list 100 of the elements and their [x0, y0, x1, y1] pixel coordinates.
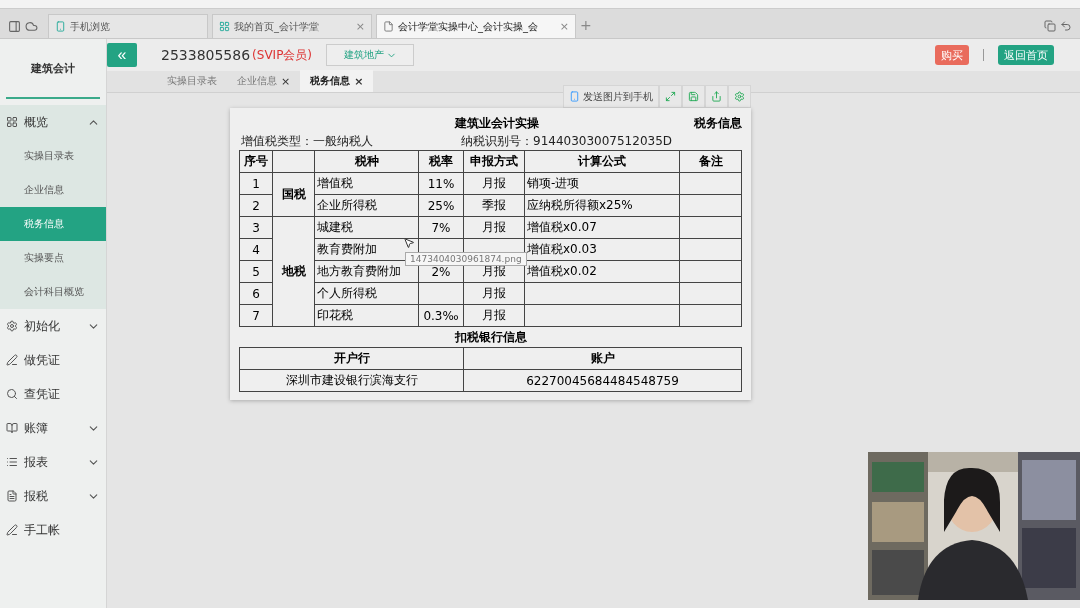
document-icon [6, 490, 18, 502]
table-cell: 4 [239, 238, 273, 261]
filename-tooltip: 1473404030961874.png [405, 252, 527, 266]
phone-icon [569, 91, 580, 102]
table-cell: 企业所得税 [314, 194, 419, 217]
table-cell: 0.3‰ [418, 304, 464, 327]
table-cell: 个人所得税 [314, 282, 419, 305]
table-cell: 季报 [463, 194, 525, 217]
sidebar-item[interactable]: 做凭证 [0, 343, 106, 377]
table-cell: 25% [418, 194, 464, 217]
sidebar-item[interactable]: 报税 [0, 479, 106, 513]
book-icon [6, 422, 18, 434]
column-header: 序号 [239, 150, 273, 173]
pen-icon [6, 524, 18, 536]
tab-label[interactable]: 实操目录表 [167, 74, 217, 88]
document-title: 建筑业会计实操 [453, 114, 540, 132]
table-cell [679, 260, 742, 283]
browser-tab[interactable]: 会计学堂实操中心_会计实操_会 × [376, 14, 576, 38]
settings-button[interactable] [728, 85, 751, 108]
save-icon [688, 91, 699, 102]
group-cell: 地税 [272, 216, 315, 327]
tab-label[interactable]: 企业信息 [237, 74, 277, 88]
tab-label[interactable]: 税务信息 [310, 74, 351, 88]
grid-icon [219, 21, 230, 32]
browser-tab[interactable]: 我的首页_会计学堂 × [212, 14, 372, 38]
tax-id: 纳税识别号：91440303007512035D [461, 133, 673, 149]
table-cell [679, 216, 742, 239]
grid-icon [6, 116, 18, 128]
sidebar-subitem[interactable]: 实操目录表 [0, 139, 106, 173]
table-cell [679, 172, 742, 195]
vat-type: 增值税类型：一般纳税人 [241, 133, 374, 149]
sidebar-toggle-icon[interactable] [8, 20, 21, 33]
table-cell [679, 194, 742, 217]
sidebar-item[interactable]: 查凭证 [0, 377, 106, 411]
member-label: (SVIP会员) [252, 46, 313, 64]
table-cell: 7% [418, 216, 464, 239]
table-cell: 5 [239, 260, 273, 283]
group-cell: 国税 [272, 172, 315, 217]
table-cell: 62270045684484548759 [463, 369, 742, 392]
send-to-phone-button[interactable]: 发送图片到手机 [563, 85, 659, 108]
close-icon[interactable]: × [354, 74, 364, 88]
table-cell: 印花税 [314, 304, 419, 327]
table-cell: 11% [418, 172, 464, 195]
table-cell: 月报 [463, 282, 525, 305]
sidebar-subitem[interactable]: 实操要点 [0, 241, 106, 275]
column-header: 计算公式 [524, 150, 680, 173]
cursor-icon [403, 237, 415, 249]
sidebar-item[interactable]: 报表 [0, 445, 106, 479]
page-tab[interactable]: 税务信息 × [300, 70, 374, 92]
sidebar-subitem[interactable]: 会计科目概览 [0, 275, 106, 309]
share-icon [711, 91, 722, 102]
sidebar-item[interactable]: 初始化 [0, 309, 106, 343]
copy-icon[interactable] [1044, 20, 1056, 32]
sidebar-subitem[interactable]: 企业信息 [0, 173, 106, 207]
share-button[interactable] [705, 85, 728, 108]
search-icon [6, 388, 18, 400]
phone-icon [55, 21, 66, 32]
list-icon [6, 456, 18, 468]
table-cell: 7 [239, 304, 273, 327]
column-header: 税率 [418, 150, 464, 173]
table-cell: 应纳税所得额x25% [524, 194, 680, 217]
section-title: 税务信息 [694, 114, 742, 132]
table-cell: 月报 [463, 304, 525, 327]
column-header: 账户 [463, 347, 742, 370]
table-cell: 2 [239, 194, 273, 217]
column-header: 备注 [679, 150, 742, 173]
sidebar-title: 建筑会计 [6, 39, 100, 99]
close-icon[interactable]: × [281, 74, 291, 88]
sidebar-item[interactable]: 手工帐 [0, 513, 106, 547]
table-cell [679, 282, 742, 305]
table-cell: 增值税x0.07 [524, 216, 680, 239]
table-cell: 深圳市建设银行滨海支行 [239, 369, 464, 392]
browser-tab[interactable]: 手机浏览 [48, 14, 208, 38]
save-button[interactable] [682, 85, 705, 108]
expand-icon [665, 91, 676, 102]
table-cell [418, 282, 464, 305]
table-cell: 6 [239, 282, 273, 305]
sidebar-item[interactable]: 账簿 [0, 411, 106, 445]
table-cell [679, 238, 742, 261]
table-cell [679, 304, 742, 327]
gear-icon [6, 320, 18, 332]
column-header: 开户行 [239, 347, 464, 370]
table-cell: 月报 [463, 216, 525, 239]
account-number: 2533805586 [161, 47, 251, 63]
undo-icon[interactable] [1060, 20, 1072, 32]
table-cell: 城建税 [314, 216, 419, 239]
table-cell: 月报 [463, 172, 525, 195]
address-bar[interactable] [0, 0, 1080, 9]
settings-icon [734, 91, 745, 102]
table-cell: 增值税 [314, 172, 419, 195]
close-icon[interactable]: × [559, 20, 569, 33]
cloud-icon[interactable] [25, 20, 38, 33]
fullscreen-button[interactable] [659, 85, 682, 108]
column-header: 税种 [314, 150, 419, 173]
table-cell: 1 [239, 172, 273, 195]
column-header: 申报方式 [463, 150, 525, 173]
page-icon [383, 21, 394, 32]
pen-icon [6, 354, 18, 366]
page-tab[interactable]: 企业信息 × [227, 70, 301, 92]
page-tab[interactable]: 实操目录表 [157, 70, 227, 92]
